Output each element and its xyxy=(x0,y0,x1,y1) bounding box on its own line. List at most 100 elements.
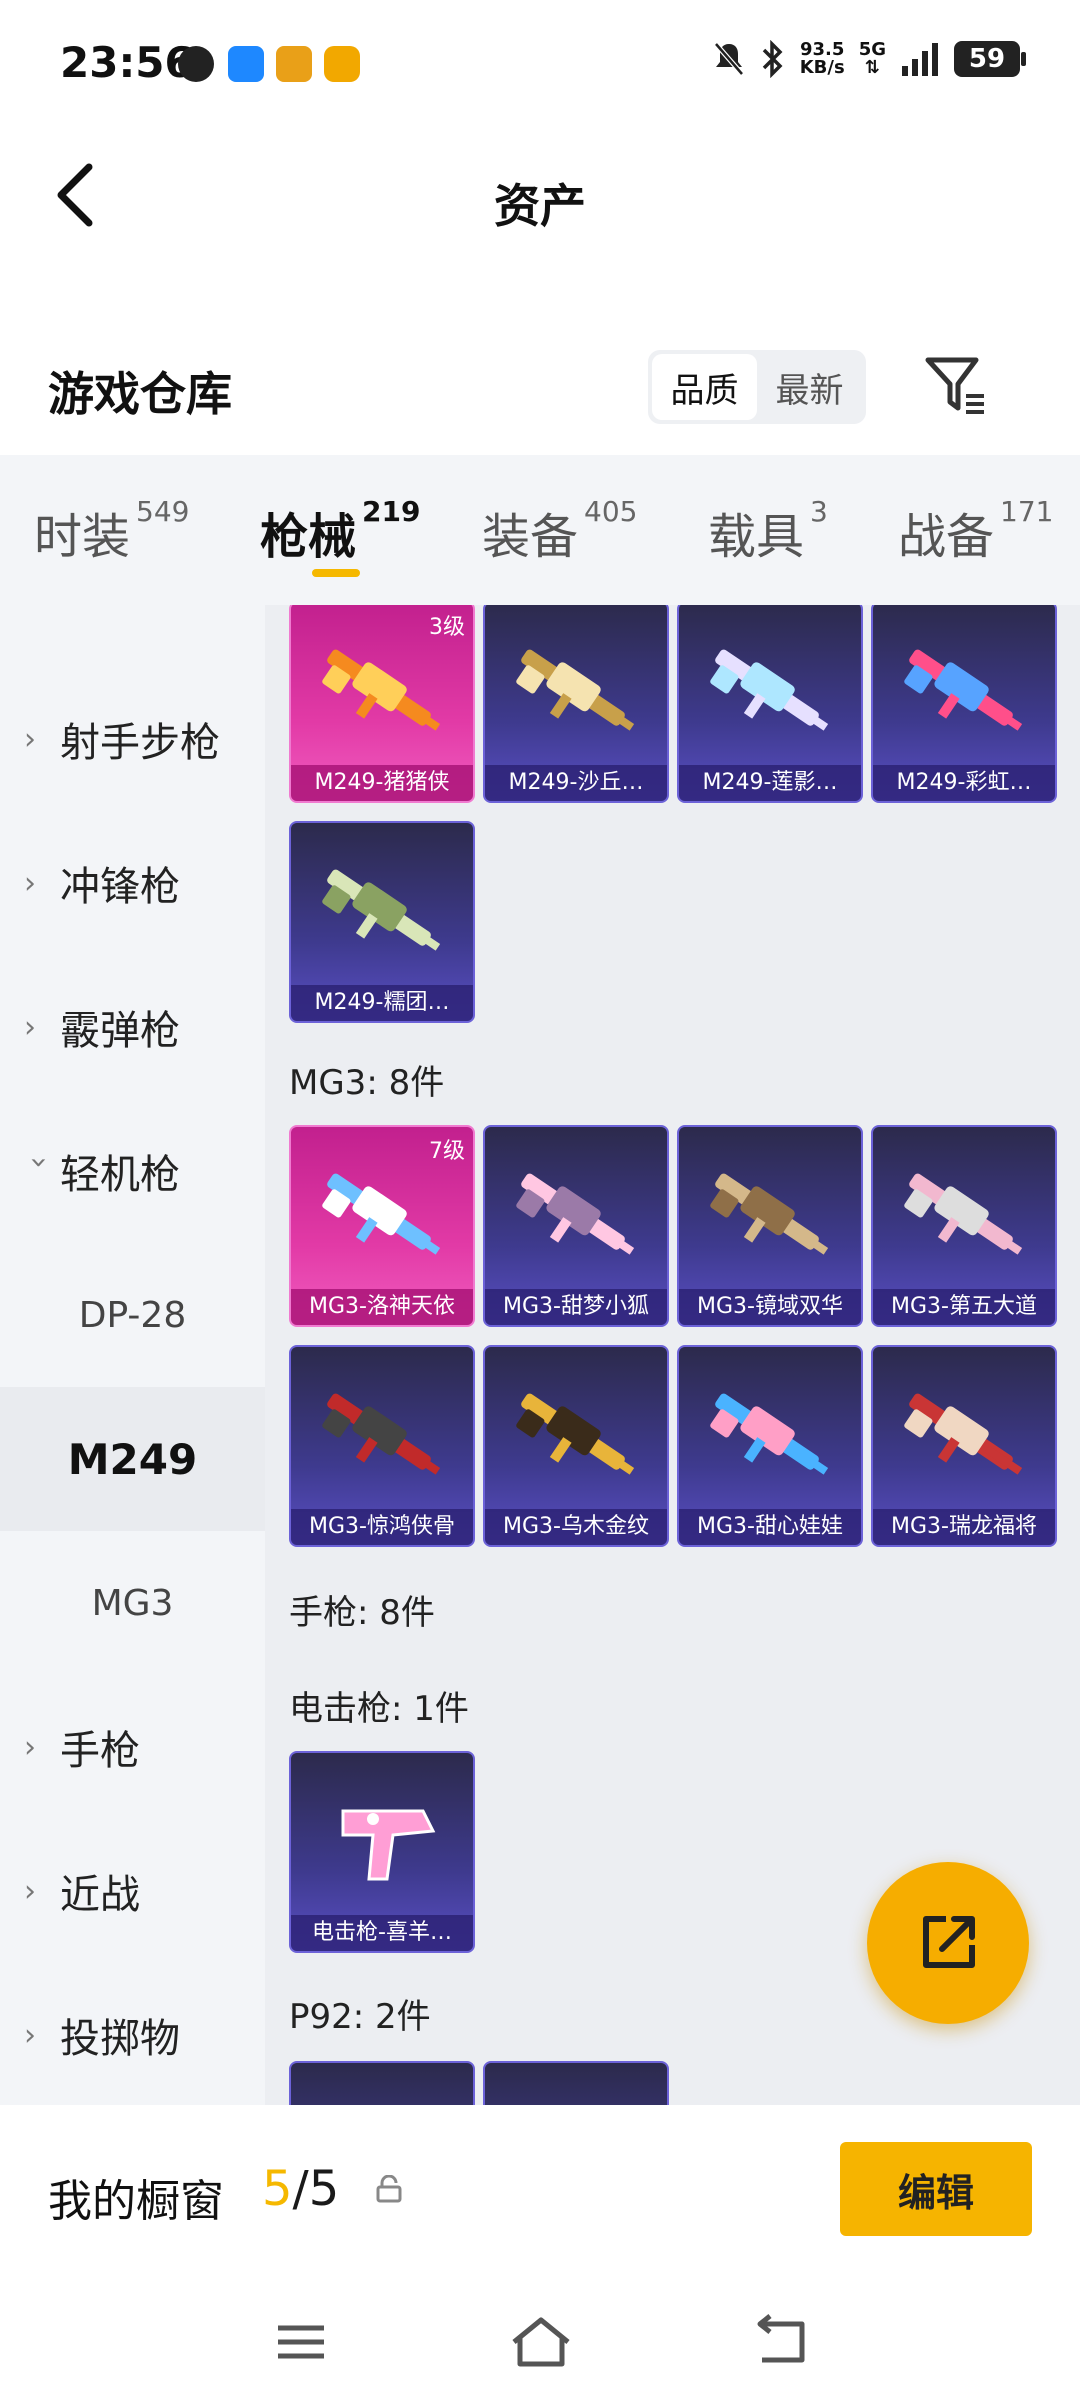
lock-icon xyxy=(376,2175,402,2203)
mg3-skin-card[interactable]: MG3-乌木金纹 xyxy=(483,1345,669,1547)
chevron-right-icon: › xyxy=(24,1729,36,1765)
showcase-count: 5/5 xyxy=(262,2161,340,2217)
chevron-right-icon: › xyxy=(24,2017,36,2053)
showcase-bar: 我的橱窗 5/5 编辑 xyxy=(0,2105,1080,2290)
mg3-skin-card[interactable]: MG3-镜域双华 xyxy=(677,1125,863,1327)
chevron-down-icon: › xyxy=(21,1156,57,1168)
skin-name: MG3-第五大道 xyxy=(873,1289,1055,1325)
sidebar-item-smg[interactable]: › 冲锋枪 xyxy=(0,811,265,955)
gun-icon xyxy=(904,1393,1023,1475)
p92-skin-card[interactable] xyxy=(289,2061,475,2105)
section-title-stun-gun: 电击枪: 1件 xyxy=(289,1689,469,1729)
mg3-skin-card[interactable]: MG3-甜梦小狐 xyxy=(483,1125,669,1327)
skin-name: M249-沙丘… xyxy=(485,765,667,801)
skin-name: M249-莲影… xyxy=(679,765,861,801)
menu-icon[interactable] xyxy=(266,2312,336,2372)
p92-skin-card[interactable] xyxy=(483,2061,669,2105)
gun-icon xyxy=(322,1173,441,1255)
gun-icon xyxy=(710,649,829,731)
gun-icon xyxy=(516,649,635,731)
chevron-right-icon: › xyxy=(24,1009,36,1045)
share-button[interactable] xyxy=(867,1862,1029,2024)
filter-button[interactable] xyxy=(920,350,990,420)
skin-name: MG3-甜心娃娃 xyxy=(679,1509,861,1545)
section-title-p92: P92: 2件 xyxy=(289,1997,431,2037)
stun-gun-skin-card[interactable]: 电击枪-喜羊… xyxy=(289,1751,475,1953)
sidebar-item-pistol[interactable]: › 手枪 xyxy=(0,1675,265,1819)
tab-guns[interactable]: 枪械 219 xyxy=(260,495,420,567)
sidebar-sub-dp28[interactable]: DP-28 xyxy=(0,1243,265,1387)
app-notification-icon xyxy=(178,46,214,82)
m249-skin-card[interactable]: M249-彩虹… xyxy=(871,605,1057,803)
gun-icon xyxy=(322,869,441,951)
mg3-skin-card[interactable]: MG3-瑞龙福将 xyxy=(871,1345,1057,1547)
sort-quality-button[interactable]: 品质 xyxy=(652,354,757,420)
skin-name: 电击枪-喜羊… xyxy=(291,1915,473,1951)
weapon-category-sidebar: › 射手步枪 › 冲锋枪 › 霰弹枪 › 轻机枪 DP-28 M249 MG3 … xyxy=(0,605,265,2105)
home-icon[interactable] xyxy=(506,2312,576,2372)
tab-combat-gear[interactable]: 战备 171 xyxy=(898,495,1053,567)
gun-icon xyxy=(322,1393,441,1475)
skin-name: MG3-瑞龙福将 xyxy=(873,1509,1055,1545)
sidebar-item-throwable[interactable]: › 投掷物 xyxy=(0,1963,265,2105)
skin-name: M249-猪猪侠 xyxy=(291,765,473,801)
mg3-skin-card[interactable]: MG3-甜心娃娃 xyxy=(677,1345,863,1547)
sidebar-item-marksman-rifle[interactable]: › 射手步枪 xyxy=(0,667,265,811)
gun-icon xyxy=(516,1173,635,1255)
system-navigation-bar xyxy=(0,2290,1080,2400)
stun-gun-icon xyxy=(341,1809,436,1881)
skin-name: MG3-乌木金纹 xyxy=(485,1509,667,1545)
mg3-skin-card[interactable]: MG3-第五大道 xyxy=(871,1125,1057,1327)
active-tab-indicator xyxy=(312,569,360,577)
page-header: 资产 xyxy=(0,130,1080,260)
m249-skin-card[interactable]: 3级 M249-猪猪侠 xyxy=(289,605,475,803)
edit-showcase-button[interactable]: 编辑 xyxy=(840,2142,1032,2236)
mg3-skin-card[interactable]: 7级 MG3-洛神天依 xyxy=(289,1125,475,1327)
skin-name: MG3-甜梦小狐 xyxy=(485,1289,667,1325)
page-title: 资产 xyxy=(494,179,586,233)
sidebar-item-melee[interactable]: › 近战 xyxy=(0,1819,265,1963)
chevron-right-icon: › xyxy=(24,865,36,901)
m249-skin-card[interactable]: M249-莲影… xyxy=(677,605,863,803)
gun-icon xyxy=(710,1393,829,1475)
gun-icon xyxy=(322,649,441,731)
tab-vehicles[interactable]: 载具 3 xyxy=(708,495,828,567)
bluetooth-icon xyxy=(762,40,783,78)
gun-icon xyxy=(904,1173,1023,1255)
network-type: 5G ⇅ xyxy=(858,39,886,78)
chevron-right-icon: › xyxy=(24,721,36,757)
chevron-right-icon: › xyxy=(24,1873,36,1909)
m249-skin-card[interactable]: M249-沙丘… xyxy=(483,605,669,803)
warehouse-header: 游戏仓库 品质 最新 xyxy=(0,330,1080,445)
skin-name: MG3-惊鸿侠骨 xyxy=(291,1509,473,1545)
app-notification-icon xyxy=(324,46,360,82)
tab-equipment[interactable]: 装备 405 xyxy=(482,495,637,567)
tab-fashion[interactable]: 时装 549 xyxy=(34,495,189,567)
warehouse-title: 游戏仓库 xyxy=(48,367,232,421)
showcase-title: 我的橱窗 xyxy=(48,2176,224,2227)
filter-icon xyxy=(925,357,984,414)
battery-icon: 59 xyxy=(954,41,1026,77)
gun-icon xyxy=(516,1393,635,1475)
mute-bell-icon xyxy=(713,42,744,76)
sort-newest-button[interactable]: 最新 xyxy=(757,354,862,420)
skin-name: M249-彩虹… xyxy=(873,765,1055,801)
category-tabs: 时装 549 枪械 219 装备 405 载具 3 战备 171 xyxy=(0,455,1080,605)
sidebar-item-shotgun[interactable]: › 霰弹枪 xyxy=(0,955,265,1099)
app-notification-icon xyxy=(276,46,312,82)
section-title-pistol: 手枪: 8件 xyxy=(289,1593,435,1633)
m249-skin-card[interactable]: M249-糯团… xyxy=(289,821,475,1023)
section-title-mg3: MG3: 8件 xyxy=(289,1063,445,1103)
sort-toggle: 品质 最新 xyxy=(648,350,866,424)
mg3-skin-card[interactable]: MG3-惊鸿侠骨 xyxy=(289,1345,475,1547)
sidebar-item-lmg[interactable]: › 轻机枪 xyxy=(0,1099,265,1243)
back-nav-icon[interactable] xyxy=(746,2312,816,2372)
sidebar-sub-m249[interactable]: M249 xyxy=(0,1387,265,1531)
signal-icon xyxy=(902,43,938,76)
gun-icon xyxy=(904,649,1023,731)
sidebar-sub-mg3[interactable]: MG3 xyxy=(0,1531,265,1675)
skin-name: MG3-洛神天依 xyxy=(291,1289,473,1325)
skin-name: MG3-镜域双华 xyxy=(679,1289,861,1325)
share-export-icon xyxy=(923,1916,975,1968)
level-badge: 7级 xyxy=(429,1139,465,1164)
